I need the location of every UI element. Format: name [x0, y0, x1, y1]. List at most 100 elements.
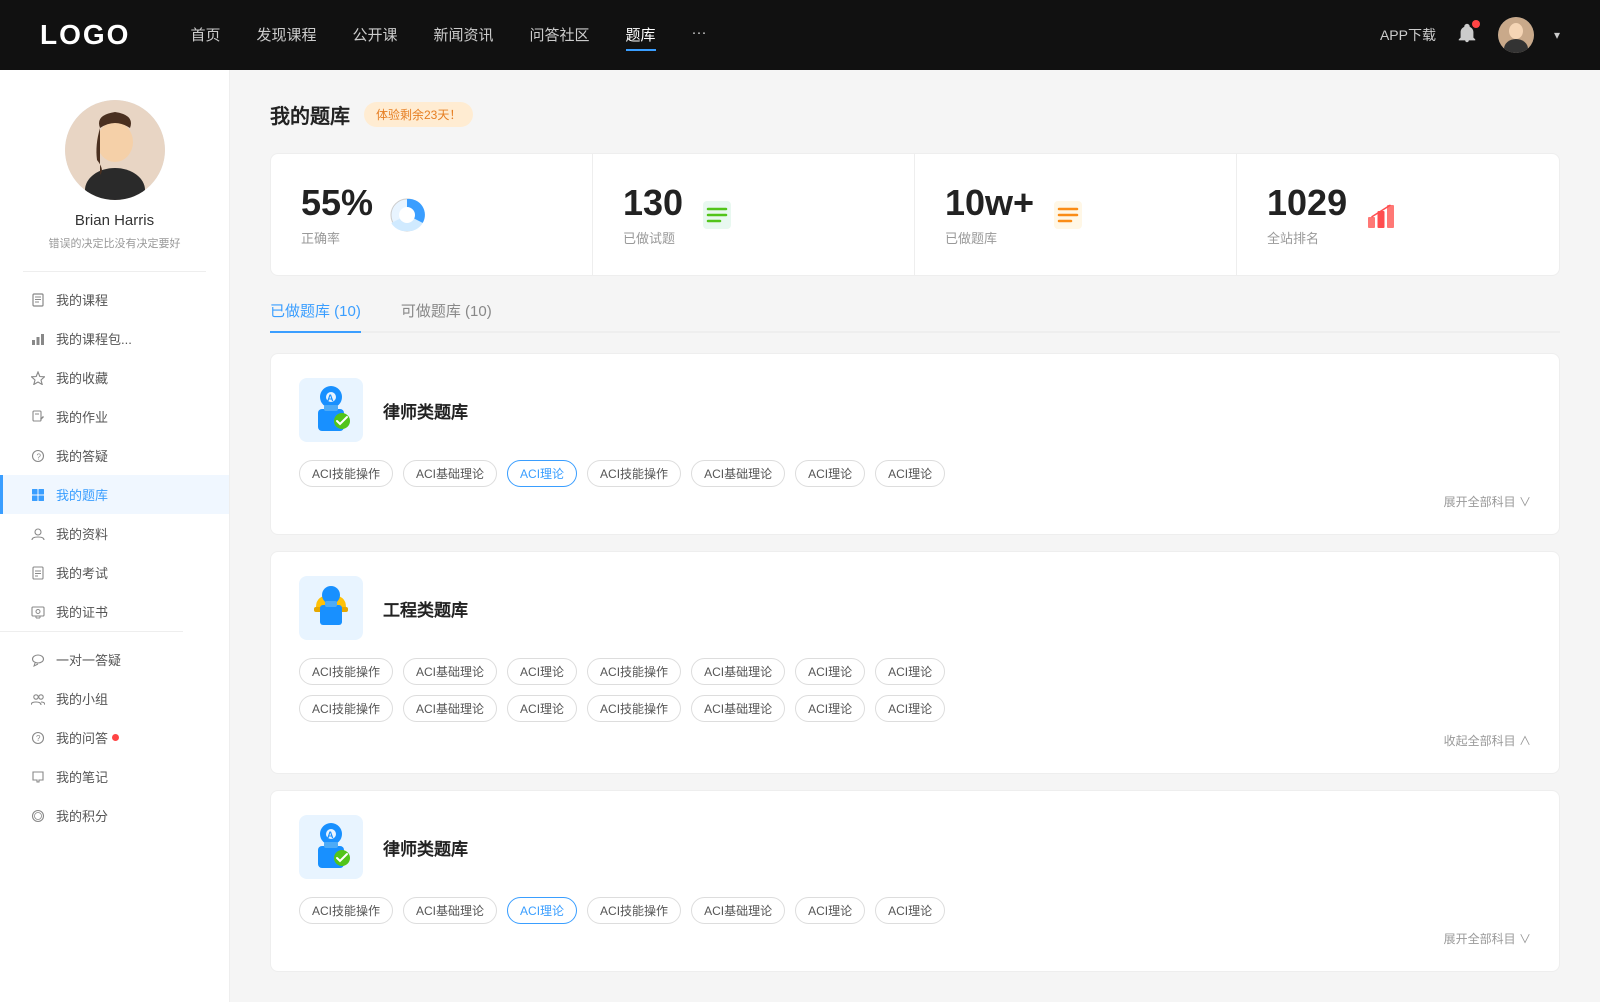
stat-rank: 1029 全站排名 — [1237, 154, 1559, 275]
tag-l2-0[interactable]: ACI技能操作 — [299, 897, 393, 924]
sidebar-item-qa-label: 我的答疑 — [56, 446, 108, 465]
tag-l2-5[interactable]: ACI理论 — [795, 897, 865, 924]
tag-1[interactable]: ACI基础理论 — [403, 460, 497, 487]
qbank-tags-row-2: ACI技能操作 ACI基础理论 ACI理论 ACI技能操作 ACI基础理论 AC… — [299, 695, 1531, 722]
sidebar-item-myqa-label: 我的问答 — [56, 728, 108, 747]
nav-qa[interactable]: 问答社区 — [530, 20, 590, 51]
eng-tag-r2-0[interactable]: ACI技能操作 — [299, 695, 393, 722]
topnav: LOGO 首页 发现课程 公开课 新闻资讯 问答社区 题库 ··· APP下载 … — [0, 0, 1600, 70]
stat-accuracy-number: 55% 正确率 — [301, 182, 373, 247]
tag-3[interactable]: ACI技能操作 — [587, 460, 681, 487]
tag-4[interactable]: ACI基础理论 — [691, 460, 785, 487]
qbank-title-lawyer-2: 律师类题库 — [383, 835, 468, 860]
sidebar-item-notes[interactable]: 我的笔记 — [0, 757, 229, 796]
main-content: 我的题库 体验剩余23天！ 55% 正确率 — [230, 70, 1600, 1002]
bar-red-icon — [1363, 197, 1399, 233]
trial-badge: 体验剩余23天！ — [364, 102, 473, 127]
avatar[interactable] — [1498, 17, 1534, 53]
eng-tag-r2-6[interactable]: ACI理论 — [875, 695, 945, 722]
group-icon — [30, 691, 46, 707]
stat-questions-info: 130 已做试题 — [623, 182, 683, 247]
lawyer2-icon-svg: A — [306, 820, 356, 875]
sidebar-item-exam[interactable]: 我的考试 — [0, 553, 229, 592]
engineer-icon — [299, 576, 363, 640]
qbank-tags-eng-row2: ACI技能操作 ACI基础理论 ACI理论 ACI技能操作 ACI基础理论 AC… — [299, 695, 1531, 722]
eng-tag-r1-2[interactable]: ACI理论 — [507, 658, 577, 685]
eng-tag-r2-1[interactable]: ACI基础理论 — [403, 695, 497, 722]
tab-todo[interactable]: 可做题库 (10) — [401, 300, 492, 331]
sidebar-divider — [23, 271, 206, 272]
stat-qbanks-info: 10w+ 已做题库 — [945, 182, 1034, 247]
qbank-tags-row-1: ACI技能操作 ACI基础理论 ACI理论 ACI技能操作 ACI基础理论 AC… — [299, 658, 1531, 685]
sidebar-item-qbank[interactable]: 我的题库 — [0, 475, 229, 514]
eng-tag-r2-5[interactable]: ACI理论 — [795, 695, 865, 722]
sidebar-item-group[interactable]: 我的小组 — [0, 679, 229, 718]
nav-openclass[interactable]: 公开课 — [352, 20, 397, 51]
nav-qbank[interactable]: 题库 — [626, 20, 656, 51]
stat-number-qbanks: 10w+ — [945, 182, 1034, 224]
nav-home[interactable]: 首页 — [190, 20, 220, 51]
sidebar-item-courses[interactable]: 我的课程 — [0, 280, 229, 319]
svg-text:?: ? — [37, 452, 42, 461]
tag-2[interactable]: ACI理论 — [507, 460, 577, 487]
eng-tag-r1-0[interactable]: ACI技能操作 — [299, 658, 393, 685]
lawyer-icon: A — [299, 378, 363, 442]
sidebar-avatar-image — [65, 100, 165, 200]
tag-l2-3[interactable]: ACI技能操作 — [587, 897, 681, 924]
sidebar-item-coursepack[interactable]: 我的课程包... — [0, 319, 229, 358]
sidebar-item-points[interactable]: 我的积分 — [0, 796, 229, 835]
qbank-expand-engineer[interactable]: 收起全部科目 ∧ — [299, 732, 1531, 749]
stat-number-accuracy: 55% — [301, 182, 373, 224]
qbank-card-engineer: 工程类题库 ACI技能操作 ACI基础理论 ACI理论 ACI技能操作 ACI基… — [270, 551, 1560, 774]
eng-tag-r1-5[interactable]: ACI理论 — [795, 658, 865, 685]
eng-tag-r2-2[interactable]: ACI理论 — [507, 695, 577, 722]
nav-news[interactable]: 新闻资讯 — [434, 20, 494, 51]
sidebar-item-1on1[interactable]: 一对一答疑 — [0, 640, 229, 679]
sidebar-item-homework[interactable]: 我的作业 — [0, 397, 229, 436]
pie-chart-icon — [389, 197, 425, 233]
svg-text:A: A — [327, 393, 334, 403]
stat-label-rank: 全站排名 — [1267, 228, 1347, 247]
qbank-title-lawyer-1: 律师类题库 — [383, 398, 468, 423]
tag-l2-6[interactable]: ACI理论 — [875, 897, 945, 924]
sidebar-item-favorites[interactable]: 我的收藏 — [0, 358, 229, 397]
eng-tag-r1-6[interactable]: ACI理论 — [875, 658, 945, 685]
eng-tag-r1-3[interactable]: ACI技能操作 — [587, 658, 681, 685]
tag-0[interactable]: ACI技能操作 — [299, 460, 393, 487]
eng-tag-r1-4[interactable]: ACI基础理论 — [691, 658, 785, 685]
page-header: 我的题库 体验剩余23天！ — [270, 100, 1560, 129]
sidebar-item-profile[interactable]: 我的资料 — [0, 514, 229, 553]
nav-discover[interactable]: 发现课程 — [256, 20, 316, 51]
qbank-expand-lawyer-1[interactable]: 展开全部科目 ∨ — [299, 493, 1531, 510]
sidebar-username: Brian Harris — [75, 212, 154, 229]
tag-6[interactable]: ACI理论 — [875, 460, 945, 487]
user-chevron[interactable]: ▾ — [1554, 28, 1560, 42]
tag-l2-4[interactable]: ACI基础理论 — [691, 897, 785, 924]
page-title: 我的题库 — [270, 100, 350, 129]
eng-tag-r2-4[interactable]: ACI基础理论 — [691, 695, 785, 722]
stats-row: 55% 正确率 130 已做试题 — [270, 153, 1560, 276]
appdown-button[interactable]: APP下载 — [1380, 25, 1436, 45]
tag-l2-1[interactable]: ACI基础理论 — [403, 897, 497, 924]
nav-more[interactable]: ··· — [692, 20, 707, 51]
sidebar-item-cert[interactable]: 我的证书 — [0, 592, 229, 631]
stat-label-questions: 已做试题 — [623, 228, 683, 247]
sidebar-item-myqa[interactable]: ? 我的问答 — [0, 718, 229, 757]
sidebar-divider2 — [0, 631, 183, 632]
tag-5[interactable]: ACI理论 — [795, 460, 865, 487]
stat-label-accuracy: 正确率 — [301, 228, 373, 247]
tag-l2-2[interactable]: ACI理论 — [507, 897, 577, 924]
qbank-tags-eng-row1: ACI技能操作 ACI基础理论 ACI理论 ACI技能操作 ACI基础理论 AC… — [299, 658, 1531, 685]
coin-icon — [30, 808, 46, 824]
star-icon — [30, 370, 46, 386]
eng-tag-r1-1[interactable]: ACI基础理论 — [403, 658, 497, 685]
qbank-expand-lawyer-2[interactable]: 展开全部科目 ∨ — [299, 930, 1531, 947]
tab-done[interactable]: 已做题库 (10) — [270, 300, 361, 333]
svg-text:?: ? — [36, 734, 41, 743]
note-icon — [30, 769, 46, 785]
layout: Brian Harris 错误的决定比没有决定要好 我的课程 我的课程包... — [0, 70, 1600, 1002]
eng-tag-r2-3[interactable]: ACI技能操作 — [587, 695, 681, 722]
sidebar-item-coursepack-label: 我的课程包... — [56, 329, 132, 348]
sidebar-item-qa[interactable]: ? 我的答疑 — [0, 436, 229, 475]
notification-bell[interactable] — [1456, 22, 1478, 49]
